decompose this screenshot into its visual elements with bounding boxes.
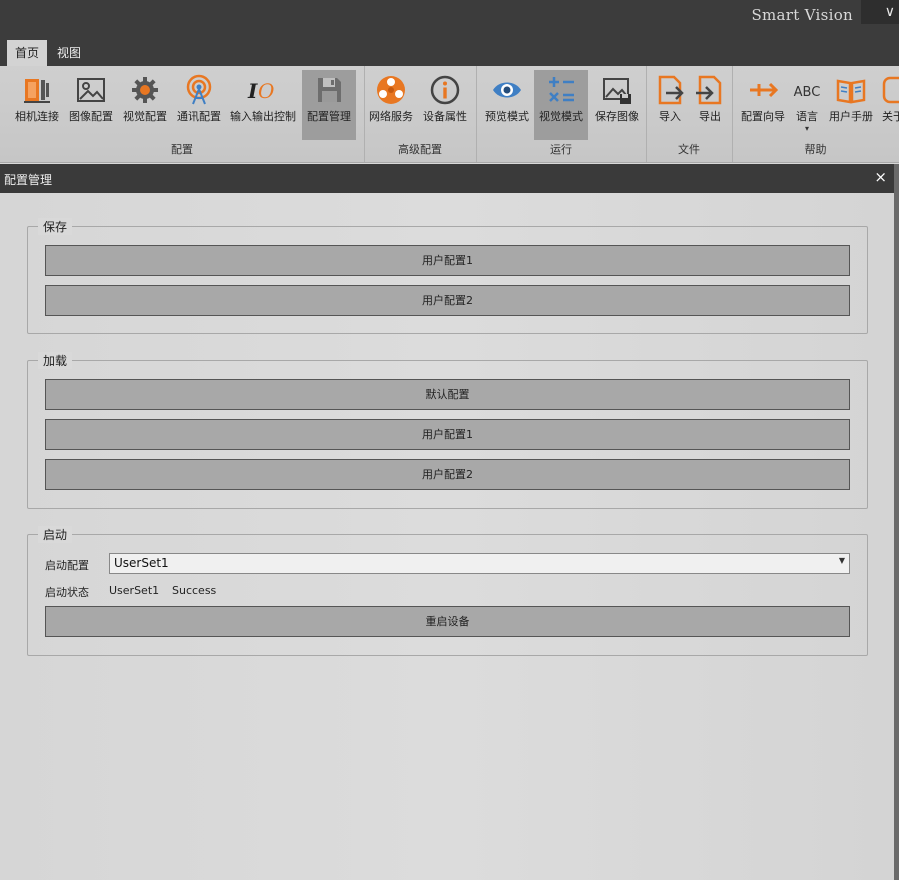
ribbon-group-label-advanced: 高级配置 (398, 143, 442, 156)
network-icon (377, 76, 405, 104)
load-user-config-2-button[interactable]: 用户配置2 (45, 459, 850, 490)
import-button[interactable]: 导入 (650, 70, 690, 140)
menu-tab-bar: 首页 视图 (0, 36, 899, 66)
info-icon (430, 75, 460, 105)
book-icon (836, 79, 866, 104)
antenna-icon (186, 74, 212, 105)
svg-text:ABC: ABC (794, 85, 821, 100)
load-group-title: 加载 (38, 352, 73, 369)
vision-mode-label: 视觉模式 (539, 110, 583, 123)
language-label: 语言 (796, 110, 818, 123)
device-properties-button[interactable]: 设备属性 (420, 70, 470, 140)
ribbon-group-file: 导入 导出 文件 (646, 66, 733, 162)
network-service-button[interactable]: 网络服务 (366, 70, 416, 140)
config-manage-label: 配置管理 (307, 110, 351, 123)
user-manual-label: 用户手册 (829, 110, 873, 123)
ribbon-group-advanced: 网络服务 设备属性 高级配置 (364, 66, 477, 162)
language-button[interactable]: ABC 语言 ▾ (790, 70, 824, 140)
load-default-config-button[interactable]: 默认配置 (45, 379, 850, 410)
right-edge-strip (894, 164, 899, 880)
import-label: 导入 (659, 110, 681, 123)
load-groupbox: 加载 默认配置 用户配置1 用户配置2 (27, 352, 868, 509)
startup-groupbox: 启动 启动配置 UserSet1 ▼ 启动状态 UserSet1 Success… (27, 526, 868, 656)
close-icon[interactable]: × (874, 168, 887, 186)
save-group-title: 保存 (38, 218, 73, 235)
image-config-button[interactable]: 图像配置 (66, 70, 116, 140)
comm-config-label: 通讯配置 (177, 110, 221, 123)
camera-connect-button[interactable]: 相机连接 (12, 70, 62, 140)
load-user-config-1-button[interactable]: 用户配置1 (45, 419, 850, 450)
vision-config-button[interactable]: 视觉配置 (120, 70, 170, 140)
image-icon (77, 78, 105, 102)
eye-icon (493, 82, 521, 98)
user-manual-button[interactable]: 用户手册 (826, 70, 876, 140)
startup-group-title: 启动 (38, 526, 73, 543)
save-user-config-2-button[interactable]: 用户配置2 (45, 285, 850, 316)
export-label: 导出 (699, 110, 721, 123)
wizard-icon (750, 82, 779, 98)
abc-icon: ABC (794, 85, 821, 100)
save-image-label: 保存图像 (595, 110, 639, 123)
config-wizard-label: 配置向导 (741, 110, 785, 123)
io-control-label: 输入输出控制 (230, 110, 296, 123)
ribbon-group-label-run: 运行 (550, 143, 572, 156)
ribbon-group-label-config: 配置 (171, 143, 193, 156)
export-icon (696, 75, 722, 105)
save-image-icon (603, 78, 631, 104)
svg-text:I: I (247, 79, 258, 103)
startup-config-label: 启动配置 (45, 559, 89, 572)
ribbon-group-config: 相机连接 图像配置 视觉配置 通讯配置 I O 输入输出控制 配置管理 配置 (0, 66, 365, 162)
panel-title: 配置管理 (4, 173, 53, 187)
ribbon-group-help: 配置向导 ABC 语言 ▾ 用户手册 关于 帮助 (732, 66, 899, 162)
startup-status-set: UserSet1 (109, 584, 160, 597)
svg-text:O: O (258, 79, 274, 103)
export-button[interactable]: 导出 (690, 70, 730, 140)
panel-header: 配置管理 × (0, 164, 899, 193)
about-button[interactable]: 关于 (878, 70, 899, 140)
about-label: 关于 (882, 110, 899, 123)
gear-icon (132, 77, 158, 103)
tab-view[interactable]: 视图 (49, 40, 89, 66)
io-control-button[interactable]: I O 输入输出控制 (228, 70, 298, 140)
io-icon: I O (247, 79, 274, 103)
comm-config-button[interactable]: 通讯配置 (174, 70, 224, 140)
vision-config-label: 视觉配置 (123, 110, 167, 123)
ribbon-group-run: 预览模式 视觉模式 保存图像 运行 (476, 66, 647, 162)
restart-device-button[interactable]: 重启设备 (45, 606, 850, 637)
floppy-icon (318, 78, 341, 102)
save-image-button[interactable]: 保存图像 (590, 70, 644, 140)
chevron-down-icon[interactable]: ∨ (861, 0, 899, 24)
ribbon: 相机连接 图像配置 视觉配置 通讯配置 I O 输入输出控制 配置管理 配置 网… (0, 66, 899, 163)
about-icon (882, 76, 899, 104)
startup-status-result: Success (172, 584, 217, 597)
config-wizard-button[interactable]: 配置向导 (738, 70, 788, 140)
save-groupbox: 保存 用户配置1 用户配置2 (27, 218, 868, 334)
camera-connect-icon (24, 79, 50, 103)
image-config-label: 图像配置 (69, 110, 113, 123)
camera-connect-label: 相机连接 (15, 110, 59, 123)
vision-mode-button[interactable]: 视觉模式 (534, 70, 588, 140)
app-title: Smart Vision (751, 6, 853, 24)
calculator-icon (549, 77, 574, 102)
preview-mode-label: 预览模式 (485, 110, 529, 123)
dropdown-caret-icon: ▾ (804, 124, 809, 133)
config-manage-panel: 保存 用户配置1 用户配置2 加载 默认配置 用户配置1 用户配置2 启动 启动… (0, 193, 894, 880)
network-service-label: 网络服务 (369, 110, 413, 123)
tab-home[interactable]: 首页 (7, 40, 48, 66)
ribbon-group-label-help: 帮助 (804, 143, 827, 156)
startup-config-select[interactable]: UserSet1 ▼ (109, 553, 850, 574)
config-manage-button[interactable]: 配置管理 (302, 70, 356, 140)
ribbon-group-label-file: 文件 (678, 143, 700, 156)
startup-config-value: UserSet1 (114, 556, 169, 570)
startup-status-label: 启动状态 (45, 586, 89, 599)
import-icon (658, 75, 684, 105)
title-bar: Smart Vision ∨ (0, 0, 899, 36)
chevron-down-icon: ▼ (838, 556, 845, 565)
device-properties-label: 设备属性 (423, 110, 467, 123)
preview-mode-button[interactable]: 预览模式 (480, 70, 534, 140)
save-user-config-1-button[interactable]: 用户配置1 (45, 245, 850, 276)
